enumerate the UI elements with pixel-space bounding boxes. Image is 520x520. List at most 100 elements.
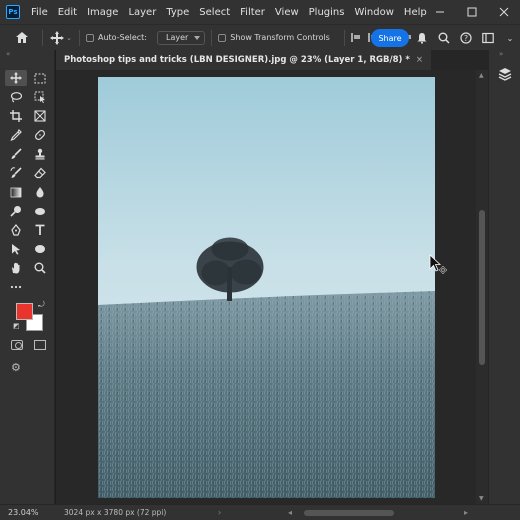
type-tool-icon[interactable] (29, 222, 51, 238)
bell-icon (417, 33, 427, 44)
document-info[interactable]: 3024 px x 3780 px (72 ppi) (56, 508, 166, 517)
lasso-tool-icon[interactable] (5, 89, 27, 105)
screen-mode-icon[interactable] (34, 340, 46, 350)
expand-panels-icon[interactable]: » (499, 50, 503, 58)
menu-plugins[interactable]: Plugins (304, 7, 350, 18)
menu-select[interactable]: Select (194, 7, 235, 18)
menu-layer[interactable]: Layer (123, 7, 161, 18)
object-select-tool-icon[interactable] (29, 89, 51, 105)
layer-dropdown[interactable]: Layer (156, 30, 206, 45)
auto-select-label: Auto-Select: (98, 33, 147, 42)
crop-tool-icon[interactable] (5, 108, 27, 124)
menu-window[interactable]: Window (349, 7, 398, 18)
search-icon (438, 32, 450, 44)
menu-filter[interactable]: Filter (235, 7, 270, 18)
divider (343, 29, 345, 46)
close-icon (499, 7, 509, 17)
menu-type[interactable]: Type (161, 7, 194, 18)
photoshop-logo: Ps (6, 5, 20, 19)
right-panel-dock: » (488, 50, 520, 506)
dodge-tool-icon[interactable] (5, 203, 27, 219)
close-window-button[interactable] (488, 0, 520, 24)
vertical-scrollbar[interactable]: ▲ ▼ (476, 70, 488, 504)
options-bar: ⌄ Auto-Select: Layer Show Transform Cont… (0, 24, 520, 50)
menu-file[interactable]: File (26, 7, 53, 18)
clone-stamp-tool-icon[interactable] (29, 146, 51, 162)
svg-text:?: ? (464, 34, 468, 43)
eraser-tool-icon[interactable] (29, 165, 51, 181)
help-button[interactable]: ? (460, 32, 472, 44)
vertical-scroll-thumb[interactable] (479, 210, 485, 365)
workspace-button[interactable] (482, 32, 494, 44)
minimize-button[interactable] (424, 0, 456, 24)
move-tool-icon[interactable] (5, 70, 27, 86)
maximize-button[interactable] (456, 0, 488, 24)
notifications-button[interactable] (416, 32, 428, 44)
foreground-color-swatch[interactable] (16, 303, 33, 320)
move-cursor-icon (429, 254, 448, 275)
marquee-tool-icon[interactable] (29, 70, 51, 86)
workspace-icon (482, 32, 494, 44)
scroll-down-icon[interactable]: ▼ (479, 495, 484, 502)
show-transform-checkbox[interactable] (218, 33, 227, 42)
ellipse-tool-icon[interactable] (29, 241, 51, 257)
minimize-icon (436, 11, 444, 13)
canvas-area[interactable] (56, 70, 476, 504)
help-icon: ? (460, 32, 472, 44)
frame-tool-icon[interactable] (29, 108, 51, 124)
scroll-up-icon[interactable]: ▲ (479, 72, 484, 79)
align-left-icon[interactable] (350, 33, 360, 42)
layers-icon[interactable] (497, 66, 513, 82)
history-brush-tool-icon[interactable] (5, 165, 27, 181)
close-document-icon[interactable]: × (416, 55, 423, 65)
header-right-icons: ? ⌄ (416, 25, 516, 51)
zoom-tool-icon[interactable] (29, 260, 51, 276)
document-tab[interactable]: Photoshop tips and tricks (LBN DESIGNER)… (56, 50, 431, 70)
gradient-tool-icon[interactable] (5, 184, 27, 200)
divider (79, 29, 80, 46)
menu-bar: Ps File Edit Image Layer Type Select Fil… (0, 0, 520, 24)
window-controls (424, 0, 520, 24)
menu-view[interactable]: View (270, 7, 304, 18)
horizontal-scroll-thumb[interactable] (304, 510, 394, 516)
home-icon (16, 32, 28, 43)
eyedropper-tool-icon[interactable] (5, 127, 27, 143)
scroll-left-icon[interactable]: ◂ (288, 508, 292, 517)
tools-panel: « ⤾ ◩ ⚙ (0, 50, 55, 506)
divider (211, 29, 213, 46)
move-tool-preset-button[interactable]: ⌄ (49, 30, 73, 45)
document-tab-bar: Photoshop tips and tricks (LBN DESIGNER)… (56, 50, 488, 70)
menu-image[interactable]: Image (82, 7, 123, 18)
spot-healing-tool-icon[interactable] (29, 127, 51, 143)
photoshop-window: Ps File Edit Image Layer Type Select Fil… (0, 0, 520, 520)
show-transform-label: Show Transform Controls (230, 33, 330, 42)
home-button[interactable] (8, 31, 36, 44)
swap-colors-icon[interactable]: ⤾ (38, 300, 45, 310)
scroll-right-icon[interactable]: ▸ (464, 508, 468, 517)
blur-tool-icon[interactable] (29, 184, 51, 200)
maximize-icon (467, 7, 477, 17)
share-button[interactable]: Share (371, 29, 409, 47)
brush-tool-icon[interactable] (5, 146, 27, 162)
divider (42, 29, 43, 46)
status-corner-right (476, 504, 520, 520)
document-image[interactable] (98, 77, 435, 498)
zoom-level[interactable]: 23.04% (4, 508, 56, 517)
menu-edit[interactable]: Edit (53, 7, 82, 18)
smudge-tool-icon[interactable] (29, 203, 51, 219)
more-tools-icon[interactable] (5, 279, 27, 295)
hand-tool-icon[interactable] (5, 260, 27, 276)
path-select-tool-icon[interactable] (5, 241, 27, 257)
collapse-toolbar-icon[interactable]: « (6, 50, 10, 58)
move-icon (50, 30, 65, 45)
search-button[interactable] (438, 32, 450, 44)
auto-select-checkbox[interactable] (86, 33, 94, 42)
edit-toolbar-icon[interactable]: ⚙ (11, 361, 21, 374)
chevron-down-icon: ⌄ (66, 33, 72, 42)
tool-grid (5, 70, 53, 295)
default-colors-icon[interactable]: ◩ (13, 322, 20, 330)
quick-mask-icon[interactable] (11, 340, 23, 350)
workspace-dropdown[interactable]: ⌄ (504, 32, 516, 44)
status-menu-icon[interactable]: › (218, 508, 221, 517)
pen-tool-icon[interactable] (5, 222, 27, 238)
